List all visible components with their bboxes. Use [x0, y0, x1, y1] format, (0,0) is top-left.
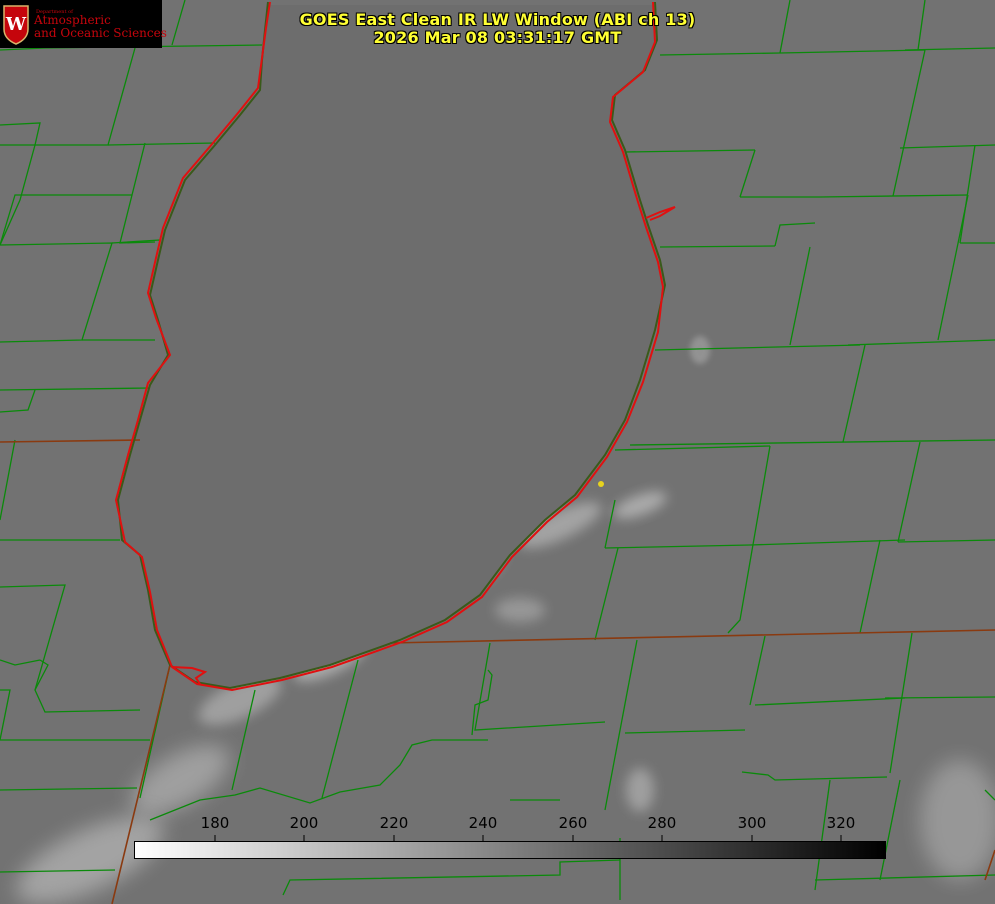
tick-label: 300: [737, 814, 767, 832]
tick-label: 320: [826, 814, 856, 832]
tick-label: 180: [200, 814, 230, 832]
satellite-map: [0, 0, 995, 904]
colorbar-tick-labels: 180 200 220 240 260 280 300 320: [0, 814, 995, 834]
tick-label: 220: [379, 814, 409, 832]
tick-label: 260: [558, 814, 588, 832]
title-timestamp: 2026 Mar 08 03:31:17 GMT: [373, 28, 622, 47]
colorbar: [134, 841, 886, 859]
image-title: GOES East Clean IR LW Window (ABI ch 13)…: [0, 11, 995, 47]
tick-label: 240: [468, 814, 498, 832]
tick-label: 280: [647, 814, 677, 832]
title-product: GOES East Clean IR LW Window (ABI ch 13): [299, 10, 696, 29]
city-marker: [598, 481, 604, 487]
tick-label: 200: [289, 814, 319, 832]
